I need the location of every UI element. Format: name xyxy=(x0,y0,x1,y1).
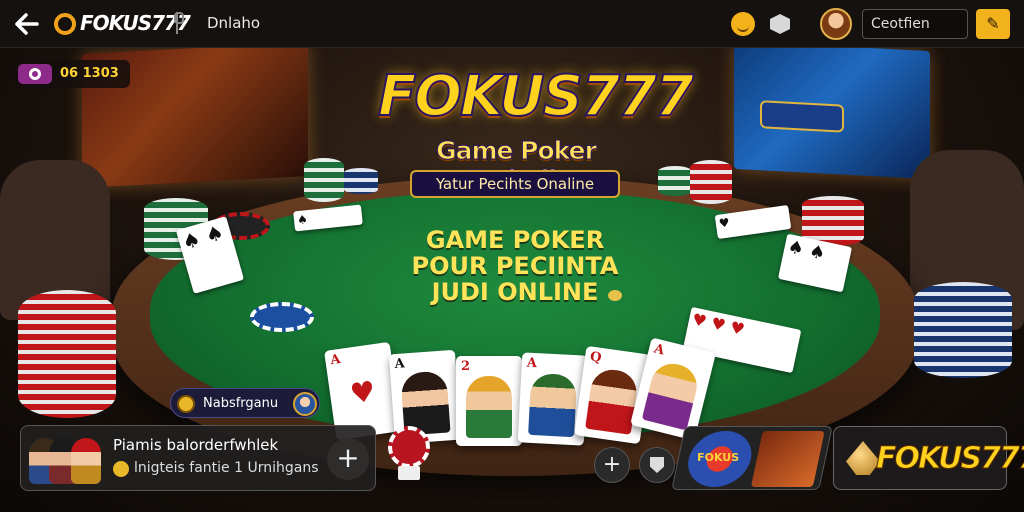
player-name: Nabsfrganu xyxy=(203,396,279,411)
balance-value: 06 1303 xyxy=(60,66,119,81)
friends-avatars xyxy=(29,432,121,486)
felt-line-1: GAME POKER xyxy=(425,226,605,254)
chip-stack-blue-large xyxy=(914,282,1012,378)
chip-blue-flat xyxy=(250,302,314,332)
balance-badge[interactable]: 06 1303 xyxy=(14,60,130,88)
top-bar: FOKUS777 Dnlaho Ceotfien ✎ xyxy=(0,0,1024,48)
hex-icon[interactable] xyxy=(770,14,790,34)
balance-chip-icon xyxy=(18,64,52,84)
coin-icon xyxy=(177,395,195,413)
chip-stack-red-large xyxy=(18,290,116,418)
gold-chip-dot xyxy=(608,290,622,301)
brand-card-button[interactable]: FOKUS777 xyxy=(833,426,1024,490)
tool-button[interactable]: ✎ xyxy=(976,9,1010,39)
chip-stack-red-right xyxy=(690,160,732,204)
avatar[interactable] xyxy=(820,8,852,40)
tool-icon: ✎ xyxy=(986,14,1000,33)
coin-icon xyxy=(113,461,129,477)
player-avatar xyxy=(293,392,317,416)
nav-link[interactable]: Dnlaho xyxy=(207,14,260,32)
screen-sign xyxy=(760,100,844,133)
card-portrait xyxy=(641,359,702,431)
card-portrait xyxy=(585,367,640,435)
player-card-3[interactable]: 2 xyxy=(456,356,522,446)
brand-card-label: FOKUS777 xyxy=(876,441,1024,477)
card-portrait xyxy=(466,376,512,438)
panel-title: Piamis balorderfwhlek xyxy=(113,436,279,454)
felt-line-3: JUDI ONLINE xyxy=(431,278,599,306)
back-arrow-icon[interactable] xyxy=(12,10,40,38)
search-input[interactable]: Ceotfien xyxy=(862,9,968,39)
chip-stack-green-right xyxy=(658,166,692,196)
chip-stack-blue-small xyxy=(344,168,378,194)
add-friend-button[interactable]: + xyxy=(327,438,369,480)
dice-icon xyxy=(398,466,420,480)
game-thumb-a-label: FOKUS xyxy=(697,451,740,464)
friend-avatar xyxy=(71,438,101,484)
hero-logo: FOKUS777 xyxy=(377,64,695,129)
emoji-icon[interactable] xyxy=(731,12,755,36)
card-portrait xyxy=(528,372,578,438)
game-thumbnails[interactable]: FOKUS xyxy=(671,426,833,490)
chip-stack-green-small xyxy=(304,158,344,202)
wall-screen-right xyxy=(734,40,930,180)
spade-icon xyxy=(846,441,880,475)
player-tag[interactable]: Nabsfrganu xyxy=(170,388,320,418)
shield-button[interactable] xyxy=(639,447,675,483)
friends-panel[interactable]: Piamis balorderfwhlek lnigteis fantie 1 … xyxy=(20,425,376,491)
panel-subtitle: lnigteis fantie 1 Urnihgans xyxy=(134,460,319,476)
mic-icon[interactable] xyxy=(174,12,184,34)
felt-line-2: POUR PECIINTA xyxy=(411,252,619,280)
add-button[interactable]: + xyxy=(594,447,630,483)
bet-chip-button[interactable] xyxy=(388,426,430,468)
hero-tagline: Yatur Pecihts Onaline xyxy=(410,170,620,198)
brand-ring-icon xyxy=(54,13,76,35)
game-thumb-b[interactable] xyxy=(750,431,825,487)
